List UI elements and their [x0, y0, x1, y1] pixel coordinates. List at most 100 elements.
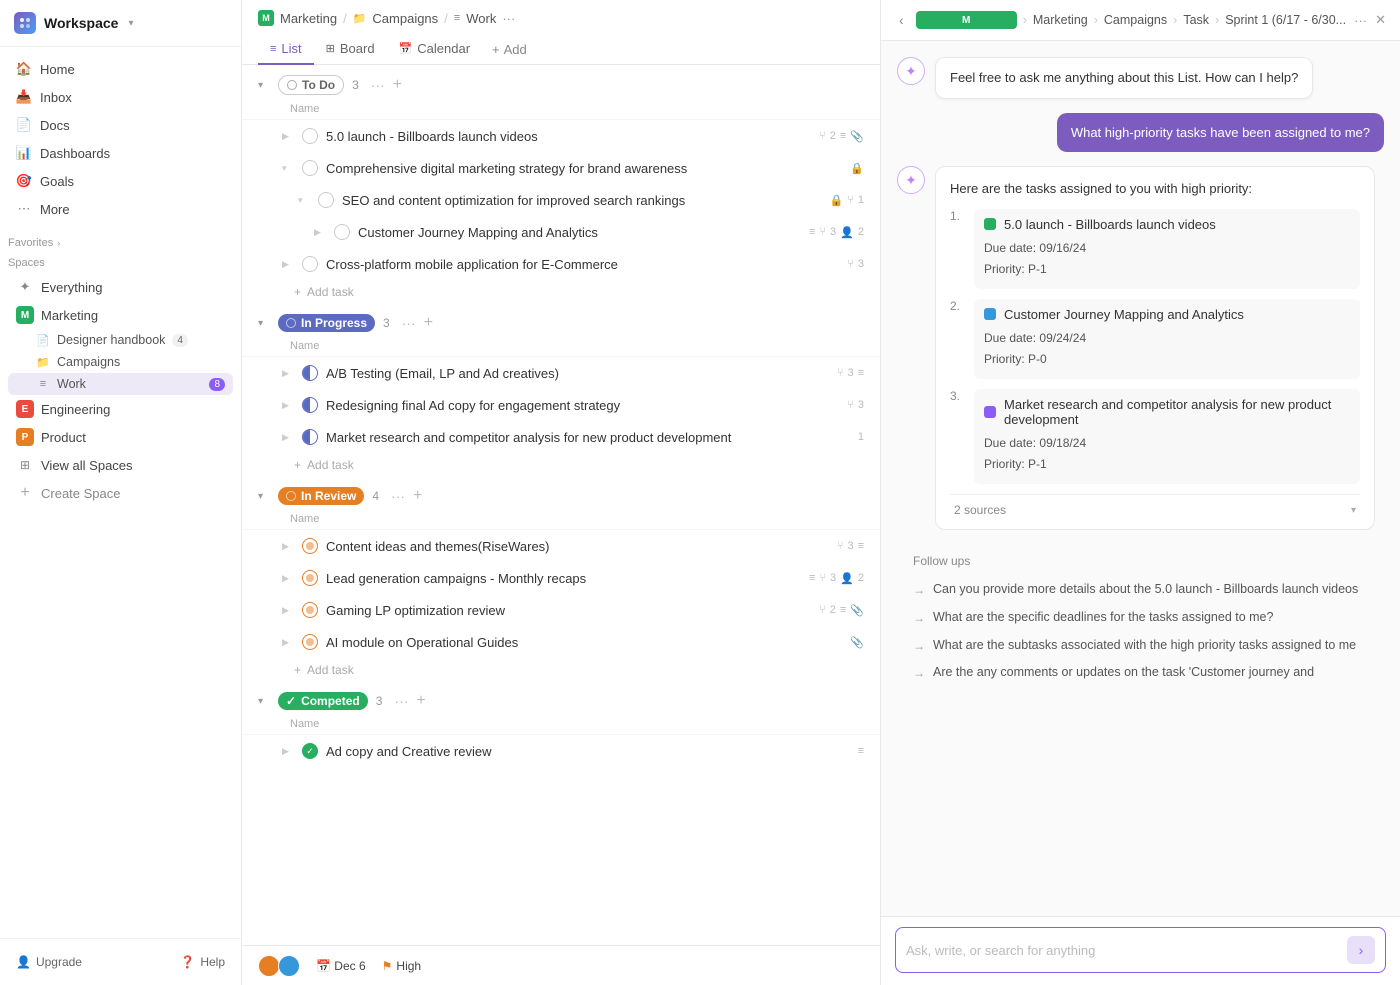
- equals-icon: ≡: [858, 540, 864, 552]
- ai-panel-back-button[interactable]: ‹: [895, 10, 908, 30]
- sidebar-item-everything[interactable]: ✦ Everything: [8, 273, 233, 301]
- tab-list[interactable]: ≡ List: [258, 34, 314, 65]
- sidebar-item-home[interactable]: 🏠 Home: [8, 55, 233, 83]
- due-date-value-2: 09/24/24: [1039, 331, 1086, 345]
- ai-initial-bubble: Feel free to ask me anything about this …: [935, 57, 1313, 99]
- table-row[interactable]: ▶ Customer Journey Mapping and Analytics…: [242, 216, 880, 248]
- todo-actions[interactable]: ···: [371, 77, 385, 93]
- followup-item-4[interactable]: → Are the any comments or updates on the…: [913, 659, 1368, 687]
- ai-send-button[interactable]: ›: [1347, 936, 1375, 964]
- in-progress-add-button[interactable]: +: [424, 314, 433, 332]
- upgrade-button[interactable]: 👤 Upgrade: [8, 951, 90, 973]
- breadcrumb-marketing[interactable]: Marketing: [280, 11, 337, 26]
- sidebar-item-engineering[interactable]: E Engineering: [8, 395, 233, 423]
- sidebar-item-more[interactable]: ⋯ More: [8, 195, 233, 223]
- branch-icon: ⑂: [837, 540, 844, 552]
- section-todo-header[interactable]: ▾ To Do 3 ··· +: [242, 65, 880, 101]
- completed-add-button[interactable]: +: [416, 692, 425, 710]
- table-row[interactable]: ▶ Gaming LP optimization review ⑂ 2 ≡ 📎: [242, 594, 880, 626]
- section-in-review-header[interactable]: ▾ In Review 4 ··· +: [242, 477, 880, 511]
- section-completed-header[interactable]: ▾ ✓ Competed 3 ··· +: [242, 682, 880, 716]
- ai-panel: ‹ M › Marketing › Campaigns › Task › Spr…: [880, 0, 1400, 985]
- table-row[interactable]: ▾ Comprehensive digital marketing strate…: [242, 152, 880, 184]
- in-review-add-task-button[interactable]: + Add task: [242, 658, 880, 682]
- sidebar-item-work[interactable]: ≡ Work 8: [8, 373, 233, 395]
- workspace-chevron-icon[interactable]: ▾: [128, 18, 133, 29]
- expand-icon[interactable]: ▶: [282, 573, 294, 584]
- breadcrumb-work[interactable]: Work: [466, 11, 496, 26]
- table-row[interactable]: ▶ Cross-platform mobile application for …: [242, 248, 880, 280]
- table-row[interactable]: ▶ Market research and competitor analysi…: [242, 421, 880, 453]
- expand-icon[interactable]: ▶: [282, 131, 294, 142]
- in-progress-actions[interactable]: ···: [402, 315, 416, 331]
- table-row[interactable]: ▶ Content ideas and themes(RiseWares) ⑂ …: [242, 530, 880, 562]
- sidebar-item-inbox[interactable]: 📥 Inbox: [8, 83, 233, 111]
- table-row[interactable]: ▶ Lead generation campaigns - Monthly re…: [242, 562, 880, 594]
- sidebar-item-docs[interactable]: 📄 Docs: [8, 111, 233, 139]
- expand-icon[interactable]: ▾: [298, 195, 310, 206]
- sidebar-item-marketing[interactable]: M Marketing: [8, 301, 233, 329]
- expand-icon[interactable]: ▾: [282, 163, 294, 174]
- sidebar-item-product[interactable]: P Product: [8, 423, 233, 451]
- expand-icon[interactable]: ▶: [282, 368, 294, 379]
- task-status-in-progress: [302, 365, 318, 381]
- tab-board[interactable]: ⊞ Board: [314, 34, 387, 65]
- sidebar-item-designer-handbook[interactable]: 📄 Designer handbook 4: [8, 329, 233, 351]
- tab-calendar[interactable]: 📅 Calendar: [387, 34, 482, 65]
- sources-row[interactable]: 2 sources ▾: [950, 494, 1360, 517]
- workspace-logo: [14, 12, 36, 34]
- followup-arrow-icon3: →: [913, 638, 925, 655]
- breadcrumb-more[interactable]: ···: [502, 11, 515, 26]
- section-in-progress-header[interactable]: ▾ In Progress 3 ··· +: [242, 304, 880, 338]
- expand-icon[interactable]: ▶: [314, 227, 326, 238]
- expand-icon[interactable]: ▶: [282, 259, 294, 270]
- task-name: Redesigning final Ad copy for engagement…: [326, 398, 839, 413]
- followup-item-1[interactable]: → Can you provide more details about the…: [913, 576, 1368, 604]
- ai-initial-text: Feel free to ask me anything about this …: [950, 70, 1298, 85]
- ai-breadcrumb-sprint[interactable]: Sprint 1 (6/17 - 6/30...: [1225, 13, 1346, 27]
- sidebar-item-create-space[interactable]: + Create Space: [8, 479, 233, 507]
- sidebar-item-dashboards[interactable]: 📊 Dashboards: [8, 139, 233, 167]
- ai-more-icon[interactable]: ···: [1354, 13, 1367, 28]
- table-row[interactable]: ▶ 5.0 launch - Billboards launch videos …: [242, 120, 880, 152]
- ai-breadcrumb-task[interactable]: Task: [1183, 13, 1209, 27]
- expand-icon[interactable]: ▶: [282, 400, 294, 411]
- followup-item-2[interactable]: → What are the specific deadlines for th…: [913, 604, 1368, 632]
- help-icon: ❓: [180, 955, 195, 969]
- table-row[interactable]: ▾ SEO and content optimization for impro…: [242, 184, 880, 216]
- expand-icon[interactable]: ▶: [282, 432, 294, 443]
- ai-close-icon[interactable]: ✕: [1375, 12, 1386, 28]
- task-card-1-name: 5.0 launch - Billboards launch videos: [1004, 217, 1216, 232]
- table-row[interactable]: ▶ AI module on Operational Guides 📎: [242, 626, 880, 658]
- in-review-add-button[interactable]: +: [413, 487, 422, 505]
- in-review-count: 4: [372, 489, 379, 503]
- sidebar-item-view-all-spaces[interactable]: ⊞ View all Spaces: [8, 451, 233, 479]
- table-row[interactable]: ▶ Redesigning final Ad copy for engageme…: [242, 389, 880, 421]
- ai-breadcrumb-marketing[interactable]: Marketing: [1033, 13, 1088, 27]
- sidebar-item-goals[interactable]: 🎯 Goals: [8, 167, 233, 195]
- favorites-section-label[interactable]: Favorites ›: [0, 231, 241, 251]
- table-row[interactable]: ▶ ✓ Ad copy and Creative review ≡: [242, 735, 880, 767]
- task-meta-count: 3: [830, 226, 836, 238]
- todo-add-task-button[interactable]: + Add task: [242, 280, 880, 304]
- table-row[interactable]: ▶ A/B Testing (Email, LP and Ad creative…: [242, 357, 880, 389]
- breadcrumb-campaigns[interactable]: Campaigns: [372, 11, 438, 26]
- completed-actions[interactable]: ···: [394, 693, 408, 709]
- followup-arrow-icon2: →: [913, 610, 925, 627]
- expand-icon[interactable]: ▶: [282, 637, 294, 648]
- sidebar-item-campaigns[interactable]: 📁 Campaigns: [8, 351, 233, 373]
- ai-chat-input[interactable]: [906, 943, 1339, 958]
- task-num-1: 1.: [950, 209, 960, 223]
- expand-icon[interactable]: ▶: [282, 541, 294, 552]
- expand-icon[interactable]: ▶: [282, 605, 294, 616]
- ai-breadcrumb-campaigns[interactable]: Campaigns: [1104, 13, 1167, 27]
- in-progress-add-task-button[interactable]: + Add task: [242, 453, 880, 477]
- expand-icon[interactable]: ▶: [282, 746, 294, 757]
- todo-add-button[interactable]: +: [393, 76, 402, 94]
- help-button[interactable]: ❓ Help: [172, 951, 233, 973]
- add-view-button[interactable]: + Add: [482, 35, 537, 64]
- task-meta-count: 3: [847, 367, 853, 379]
- followup-item-3[interactable]: → What are the subtasks associated with …: [913, 632, 1368, 660]
- ai-messages: ✦ Feel free to ask me anything about thi…: [881, 41, 1400, 916]
- in-review-actions[interactable]: ···: [391, 488, 405, 504]
